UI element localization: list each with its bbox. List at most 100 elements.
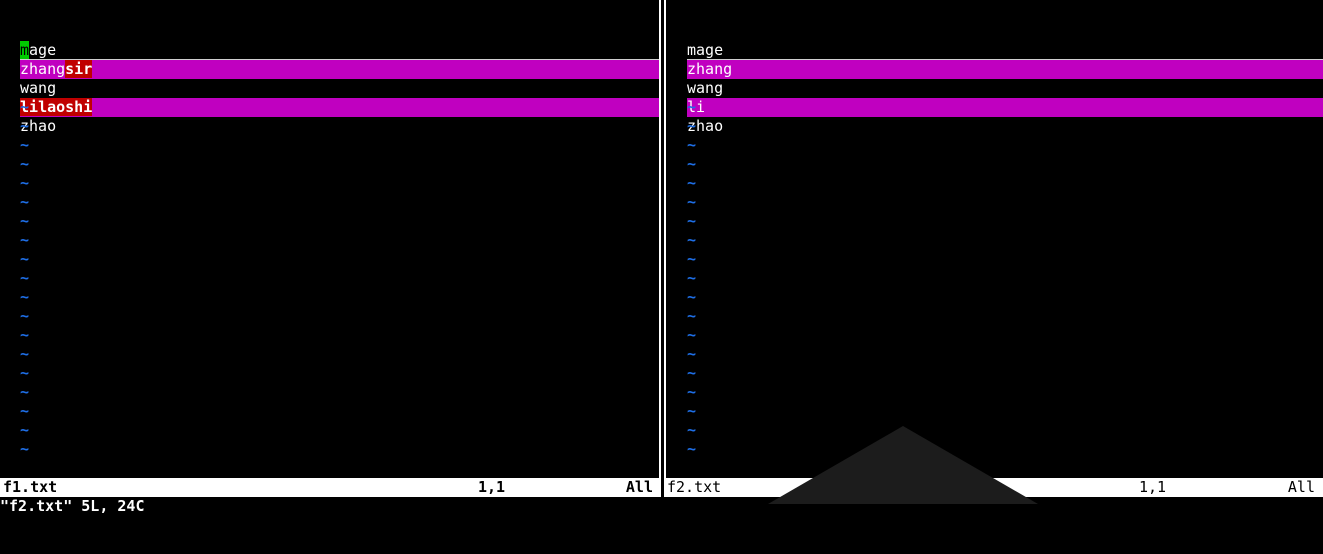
empty-line: ~ bbox=[0, 231, 659, 250]
tilde-marker: ~ bbox=[20, 364, 30, 382]
empty-line: ~ bbox=[667, 212, 1323, 231]
vertical-split-border[interactable] bbox=[659, 0, 661, 478]
right-line-4[interactable]: li bbox=[667, 60, 1323, 117]
status-cursor-position: 1,1 bbox=[478, 478, 506, 496]
tilde-marker: ~ bbox=[20, 345, 30, 363]
status-cursor-position: 1,1 bbox=[1139, 478, 1167, 496]
empty-line: ~ bbox=[0, 345, 659, 364]
right-empty-line-markers: ~ ~ ~ ~ ~ ~ ~ ~ ~ ~ ~ ~ ~ ~ ~ ~ ~ ~ ~ bbox=[667, 98, 1323, 459]
tilde-marker: ~ bbox=[687, 269, 697, 287]
empty-line: ~ bbox=[0, 421, 659, 440]
empty-line: ~ bbox=[667, 440, 1323, 459]
right-editor-pane[interactable]: mage zhang wang li zhao ~ ~ ~ ~ ~ ~ ~ ~ ~ ~ ~ ~ ~ ~ ~ ~… bbox=[667, 3, 1323, 475]
empty-line: ~ bbox=[667, 155, 1323, 174]
tilde-marker: ~ bbox=[687, 98, 697, 116]
left-line-2[interactable]: zhangsir bbox=[0, 22, 659, 79]
tilde-marker: ~ bbox=[687, 364, 697, 382]
tilde-marker: ~ bbox=[20, 307, 30, 325]
tilde-marker: ~ bbox=[687, 231, 697, 249]
tilde-marker: ~ bbox=[687, 288, 697, 306]
empty-line: ~ bbox=[0, 326, 659, 345]
empty-line: ~ bbox=[667, 307, 1323, 326]
empty-line: ~ bbox=[0, 250, 659, 269]
right-line-5[interactable]: zhao bbox=[667, 79, 1323, 135]
empty-line: ~ bbox=[0, 98, 659, 117]
right-line-1[interactable]: mage bbox=[667, 3, 1323, 60]
tilde-marker: ~ bbox=[20, 98, 30, 116]
tilde-marker: ~ bbox=[687, 250, 697, 268]
tilde-marker: ~ bbox=[20, 421, 30, 439]
empty-line: ~ bbox=[667, 231, 1323, 250]
left-line-5[interactable]: zhao bbox=[0, 79, 659, 135]
tilde-marker: ~ bbox=[20, 117, 30, 135]
empty-line: ~ bbox=[667, 193, 1323, 212]
right-line-3[interactable]: wang bbox=[667, 41, 1323, 97]
tilde-marker: ~ bbox=[687, 193, 697, 211]
tilde-marker: ~ bbox=[687, 402, 697, 420]
empty-line: ~ bbox=[667, 250, 1323, 269]
status-filename: f1.txt bbox=[3, 478, 58, 496]
tilde-marker: ~ bbox=[687, 345, 697, 363]
tilde-marker: ~ bbox=[687, 212, 697, 230]
tilde-marker: ~ bbox=[687, 326, 697, 344]
empty-line: ~ bbox=[667, 269, 1323, 288]
tilde-marker: ~ bbox=[687, 117, 697, 135]
empty-line: ~ bbox=[0, 117, 659, 136]
tilde-marker: ~ bbox=[20, 212, 30, 230]
empty-line: ~ bbox=[0, 155, 659, 174]
tilde-marker: ~ bbox=[687, 136, 697, 154]
empty-line: ~ bbox=[0, 193, 659, 212]
tilde-marker: ~ bbox=[687, 383, 697, 401]
empty-line: ~ bbox=[667, 402, 1323, 421]
empty-line: ~ bbox=[667, 288, 1323, 307]
status-scroll-percent: All bbox=[625, 478, 653, 496]
tilde-marker: ~ bbox=[687, 155, 697, 173]
empty-line: ~ bbox=[0, 307, 659, 326]
tilde-marker: ~ bbox=[20, 402, 30, 420]
empty-line: ~ bbox=[0, 136, 659, 155]
tilde-marker: ~ bbox=[687, 421, 697, 439]
tilde-marker: ~ bbox=[20, 231, 30, 249]
empty-line: ~ bbox=[667, 326, 1323, 345]
tilde-marker: ~ bbox=[20, 155, 30, 173]
left-line-4[interactable]: lilaoshi bbox=[0, 60, 659, 117]
empty-line: ~ bbox=[0, 364, 659, 383]
tilde-marker: ~ bbox=[20, 136, 30, 154]
left-line-3[interactable]: wang bbox=[0, 41, 659, 97]
status-filename: f2.txt bbox=[667, 478, 722, 496]
tilde-marker: ~ bbox=[20, 174, 30, 192]
empty-line: ~ bbox=[0, 440, 659, 459]
empty-line: ~ bbox=[0, 402, 659, 421]
tilde-marker: ~ bbox=[20, 269, 30, 287]
tilde-marker: ~ bbox=[20, 383, 30, 401]
tilde-marker: ~ bbox=[687, 174, 697, 192]
empty-line: ~ bbox=[667, 136, 1323, 155]
empty-line: ~ bbox=[667, 364, 1323, 383]
tilde-marker: ~ bbox=[20, 288, 30, 306]
command-line[interactable]: "f2.txt" 5L, 24C bbox=[0, 497, 145, 516]
tilde-marker: ~ bbox=[20, 440, 30, 458]
tilde-marker: ~ bbox=[20, 250, 30, 268]
left-status-line[interactable]: f1.txt 1,1 All bbox=[0, 478, 661, 497]
vertical-split-border[interactable] bbox=[664, 0, 666, 478]
empty-line: ~ bbox=[0, 174, 659, 193]
empty-line: ~ bbox=[0, 288, 659, 307]
empty-line: ~ bbox=[0, 269, 659, 288]
tilde-marker: ~ bbox=[20, 193, 30, 211]
empty-line: ~ bbox=[667, 174, 1323, 193]
right-line-2[interactable]: zhang bbox=[667, 22, 1323, 79]
tilde-marker: ~ bbox=[20, 326, 30, 344]
left-editor-pane[interactable]: mage zhangsir wang lilaoshi zhao ~ ~ ~ ~ ~ ~ ~… bbox=[0, 3, 659, 475]
left-line-1[interactable]: mage bbox=[0, 3, 659, 60]
tilde-marker: ~ bbox=[687, 307, 697, 325]
empty-line: ~ bbox=[667, 345, 1323, 364]
empty-line: ~ bbox=[667, 383, 1323, 402]
status-scroll-percent: All bbox=[1287, 478, 1315, 496]
empty-line: ~ bbox=[0, 212, 659, 231]
empty-line: ~ bbox=[0, 383, 659, 402]
empty-line: ~ bbox=[667, 117, 1323, 136]
tilde-marker: ~ bbox=[687, 440, 697, 458]
empty-line: ~ bbox=[667, 98, 1323, 117]
left-empty-line-markers: ~ ~ ~ ~ ~ ~ ~ ~ ~ ~ ~ ~ ~ ~ ~ ~ ~ ~ ~ bbox=[0, 98, 659, 459]
empty-line: ~ bbox=[667, 421, 1323, 440]
